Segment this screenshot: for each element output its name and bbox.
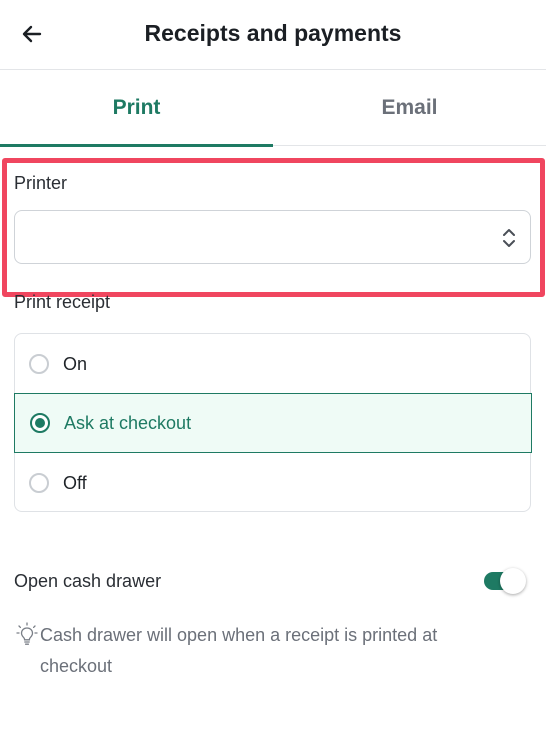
printer-highlight-box xyxy=(2,158,545,297)
radio-option-label: On xyxy=(63,353,88,374)
lightbulb-icon xyxy=(16,622,38,645)
radio-option-off[interactable]: Off xyxy=(15,453,532,513)
cash-drawer-label: Open cash drawer xyxy=(14,571,162,591)
print-receipt-label: Print receipt xyxy=(14,292,111,312)
active-tab-indicator xyxy=(0,144,273,147)
radio-option-on[interactable]: On xyxy=(15,334,532,394)
tab-email[interactable]: Email xyxy=(273,70,546,146)
print-receipt-radio-group: On Ask at checkout Off xyxy=(14,333,532,513)
radio-button[interactable] xyxy=(29,473,49,493)
toggle-knob xyxy=(500,568,526,594)
app-header: Receipts and payments xyxy=(0,0,546,70)
radio-option-label: Off xyxy=(63,472,87,493)
radio-button[interactable] xyxy=(29,354,49,374)
radio-option-label: Ask at checkout xyxy=(64,412,192,433)
radio-button-selected[interactable] xyxy=(30,413,50,433)
radio-option-ask-at-checkout[interactable]: Ask at checkout xyxy=(14,393,532,453)
page-title: Receipts and payments xyxy=(144,20,402,46)
tab-bar: Print Email xyxy=(0,70,546,147)
cash-drawer-toggle[interactable] xyxy=(484,568,526,594)
cash-drawer-hint: Cash drawer will open when a receipt is … xyxy=(40,625,438,676)
tab-print[interactable]: Print xyxy=(0,70,273,146)
